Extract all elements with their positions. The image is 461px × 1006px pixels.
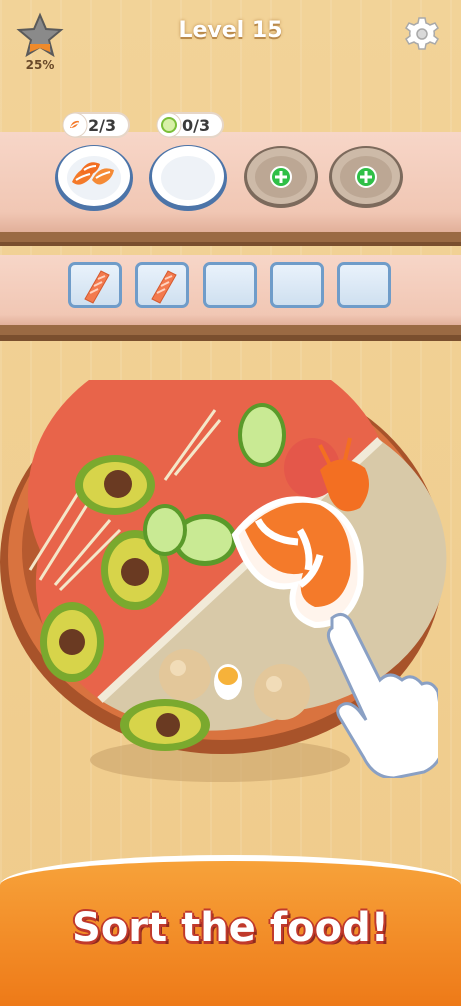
- level-title: Level 15: [178, 18, 283, 43]
- quail-egg[interactable]: [214, 664, 242, 700]
- order-counter-cucumber: 0/3: [156, 112, 224, 138]
- cucumber[interactable]: [143, 504, 187, 556]
- add-plate-button-2[interactable]: [328, 145, 404, 209]
- plus-icon: [355, 166, 377, 188]
- avocado[interactable]: [40, 602, 104, 682]
- fish-ball[interactable]: [159, 649, 211, 701]
- add-plate-button-1[interactable]: [243, 145, 319, 209]
- salmon-icon: [151, 270, 177, 304]
- holding-slot-1[interactable]: [68, 262, 122, 308]
- progress-percent: 25%: [25, 58, 55, 72]
- holding-slot-5[interactable]: [337, 262, 391, 308]
- settings-button[interactable]: [404, 16, 440, 52]
- shrimp-icon: [62, 112, 88, 138]
- avocado[interactable]: [120, 699, 210, 751]
- holding-slot-4[interactable]: [270, 262, 324, 308]
- food-bowl[interactable]: [0, 340, 461, 800]
- avocado[interactable]: [75, 455, 155, 515]
- banner-title: Sort the food!: [72, 905, 389, 951]
- pointer-hand-icon: [326, 613, 438, 778]
- top-hud: 25% Level 15: [0, 0, 461, 80]
- order-count-cucumber: 0/3: [182, 115, 211, 135]
- order-plate-2[interactable]: [148, 142, 228, 212]
- fish-ball[interactable]: [254, 664, 310, 720]
- plus-icon: [270, 166, 292, 188]
- order-count-shrimp: 2/3: [88, 115, 117, 135]
- gear-icon: [405, 17, 439, 50]
- cucumber[interactable]: [238, 403, 286, 467]
- cucumber-icon: [156, 112, 182, 138]
- holding-slot-2[interactable]: [135, 262, 189, 308]
- holding-slot-3[interactable]: [203, 262, 257, 308]
- order-counter-shrimp: 2/3: [62, 112, 130, 138]
- salmon-icon: [84, 270, 110, 304]
- order-plate-1[interactable]: [54, 142, 134, 212]
